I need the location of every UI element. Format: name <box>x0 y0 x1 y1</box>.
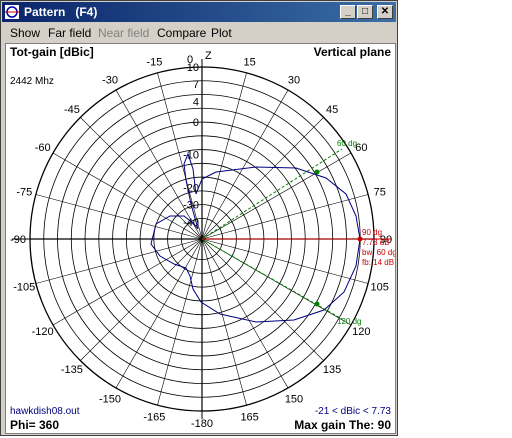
angle-label: 120 <box>352 326 370 338</box>
angle-label: 135 <box>323 364 341 376</box>
angle-label: -15 <box>146 56 162 68</box>
z-axis-label: Z <box>205 50 212 62</box>
menu-plot[interactable]: Plot <box>211 26 232 40</box>
bw-point-lower <box>314 301 320 307</box>
minimize-button[interactable]: _ <box>340 5 356 19</box>
window-title: Pattern (F4) <box>24 5 98 19</box>
menu-far-field[interactable]: Far field <box>48 26 91 40</box>
angle-label: 30 <box>288 75 300 87</box>
angle-label: -150 <box>99 393 121 405</box>
grid-spoke <box>201 238 247 406</box>
radial-label: 7 <box>193 79 199 91</box>
bw-lower-label: 120 dg <box>337 317 361 326</box>
pattern-curve <box>150 152 361 323</box>
phi-label: Phi= 360 <box>10 418 59 432</box>
angle-label: 75 <box>374 186 386 198</box>
angle-label: 105 <box>371 282 389 294</box>
angle-label: -75 <box>16 186 32 198</box>
angle-label: -165 <box>143 412 165 424</box>
angle-label: 150 <box>285 393 303 405</box>
menu-near-field: Near field <box>98 26 150 40</box>
app-icon <box>5 5 19 19</box>
menu-bar: Show Far field Near field Compare Plot <box>2 23 396 42</box>
grid-spoke <box>35 194 203 240</box>
grid-spoke <box>80 238 203 361</box>
menu-compare[interactable]: Compare <box>157 26 206 40</box>
pattern-window: Pattern (F4) _ □ ✕ Show Far field Near f… <box>0 0 398 436</box>
gain-range-label: -21 < dBic < 7.73 <box>315 406 392 417</box>
radial-label: 0 <box>193 117 199 129</box>
gain-unit-label: Tot-gain [dBic] <box>10 45 94 59</box>
grid-spoke <box>157 238 203 406</box>
angle-label: 45 <box>326 104 338 116</box>
bw-upper-label: 60 dg <box>337 139 357 148</box>
plane-label: Vertical plane <box>314 45 392 59</box>
angle-label: -180 <box>191 418 213 430</box>
title-bar[interactable]: Pattern (F4) _ □ ✕ <box>2 2 396 22</box>
angle-label: -90 <box>10 234 26 246</box>
plot-area: 10 7 4 0 -10 -20 -30 -40 15 30 45 60 75 90 105 120 135 1… <box>5 43 397 434</box>
polar-plot: 10740-10-20-30-40 1530456075901051201351… <box>10 45 397 432</box>
maximize-button[interactable]: □ <box>357 5 373 19</box>
frequency-label: 2442 Mhz <box>10 76 54 87</box>
grid-spoke <box>201 194 369 240</box>
max-gain-value: 7.73 dB <box>362 238 390 247</box>
angle-label: 60 <box>355 142 367 154</box>
angle-label: -135 <box>61 364 83 376</box>
angle-label: -45 <box>64 104 80 116</box>
angle-label: -120 <box>32 326 54 338</box>
beamwidth-value: bw: 60 dg <box>362 248 395 257</box>
angle-label: -30 <box>102 75 118 87</box>
grid-spoke <box>201 238 324 361</box>
filename-label: hawkdish08.out <box>10 406 80 417</box>
angle-label: 0 <box>187 54 193 66</box>
front-back-value: fb: 14 dB <box>362 258 394 267</box>
angle-label: -105 <box>13 282 35 294</box>
bw-point-upper <box>314 169 320 175</box>
radial-label: 4 <box>193 96 199 108</box>
grid-spoke <box>201 117 324 240</box>
grid-spoke <box>201 72 247 240</box>
bw-line-upper <box>201 148 343 240</box>
grid-spoke <box>201 238 369 284</box>
angle-label: 15 <box>243 56 255 68</box>
angle-label: 165 <box>240 412 258 424</box>
max-gain-theta-label: Max gain The: 90 <box>294 418 391 432</box>
angle-label: -60 <box>35 142 51 154</box>
grid-spoke <box>35 238 203 284</box>
max-angle-label: 90 dg <box>362 228 382 237</box>
menu-show[interactable]: Show <box>10 26 40 40</box>
close-button[interactable]: ✕ <box>377 5 393 19</box>
